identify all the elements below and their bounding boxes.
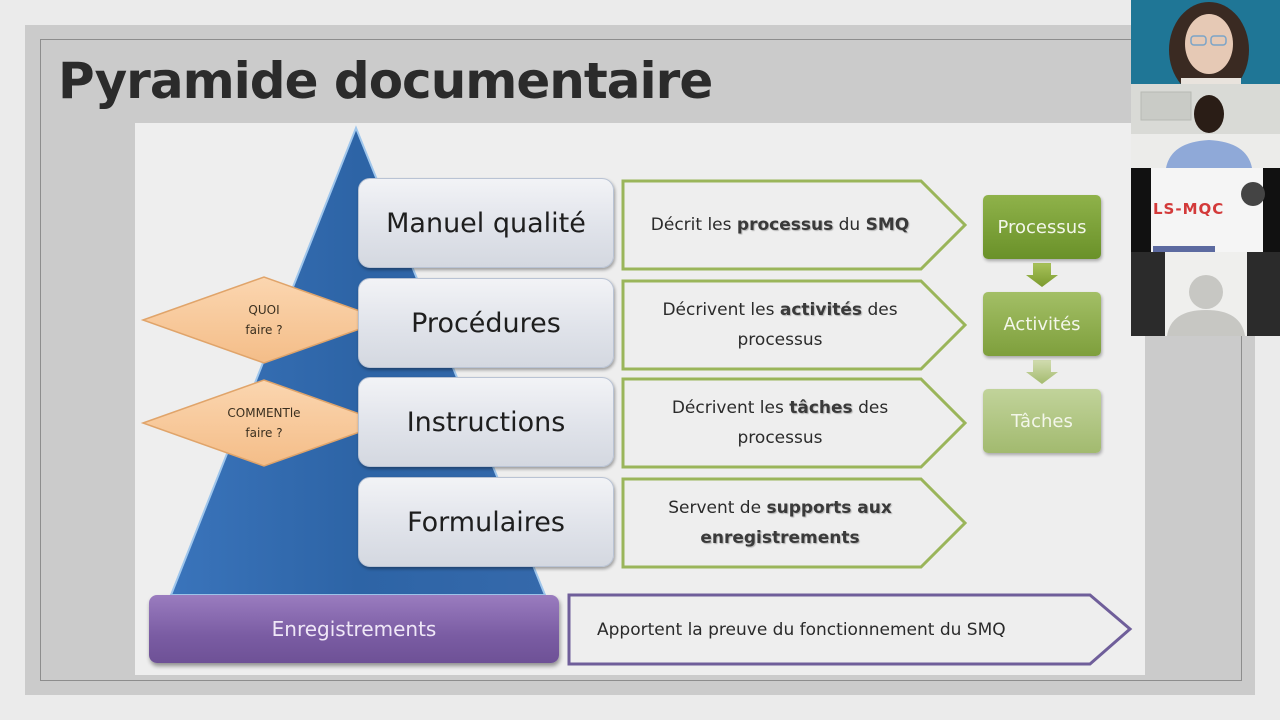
flow-arrow-down-1 — [1026, 263, 1058, 287]
flow-processus: Processus — [983, 195, 1101, 259]
level-label: Formulaires — [407, 506, 565, 538]
desc-keyword: processus — [736, 215, 834, 235]
records-desc-text: Apportent la preuve du fonctionnement du… — [597, 620, 1006, 640]
flow-arrow-down-2 — [1026, 360, 1058, 384]
desc-manuel-qualite: Décrit les processus du SMQ — [623, 181, 965, 269]
diamond-text: QUOI — [248, 303, 280, 317]
flow-label: Tâches — [1011, 410, 1073, 432]
desc-text: Décrivent les — [671, 398, 790, 418]
desc-text: Servent de — [668, 498, 767, 518]
records-box: Enregistrements — [149, 595, 559, 663]
diamond-text: faire ? — [245, 426, 283, 440]
pyramid-diagram: Manuel qualité Procédures Instructions F… — [135, 123, 1145, 675]
desc-keyword: tâches — [789, 398, 853, 418]
participant-video-2[interactable] — [1131, 84, 1280, 168]
desc-formulaires: Servent de supports aux enregistrements — [623, 479, 965, 567]
desc-text: processus — [737, 428, 823, 448]
desc-text: des — [852, 398, 889, 418]
records-desc: Apportent la preuve du fonctionnement du… — [569, 595, 1089, 665]
diamond-text: faire ? — [245, 323, 283, 337]
person-icon — [1169, 2, 1249, 84]
level-procedures: Procédures — [358, 278, 614, 368]
flow-label: Activités — [1003, 313, 1081, 335]
desc-text: du — [833, 215, 866, 235]
level-label: Manuel qualité — [386, 207, 586, 239]
level-label: Procédures — [411, 307, 561, 339]
records-label: Enregistrements — [271, 617, 437, 641]
desc-text: processus — [737, 330, 823, 350]
desc-text: des — [862, 300, 898, 320]
desc-text: Décrivent les — [662, 300, 780, 320]
desc-instructions: Décrivent les tâches des processus — [623, 379, 965, 467]
diamond-text: COMMENTle — [227, 406, 301, 420]
desc-keyword: activités — [779, 300, 863, 320]
diamond-comment-label: COMMENTle faire ? — [204, 403, 324, 443]
person-icon — [1131, 91, 1280, 168]
avatar-icon — [1167, 275, 1245, 336]
desc-keyword: SMQ — [865, 215, 910, 235]
desc-keyword: enregistrements — [700, 528, 860, 548]
participant-video-1[interactable] — [1131, 0, 1280, 84]
level-formulaires: Formulaires — [358, 477, 614, 567]
desc-procedures: Décrivent les activités des processus — [623, 281, 965, 369]
diamond-quoi-label: QUOI faire ? — [204, 300, 324, 340]
microphone-icon — [1241, 182, 1265, 206]
company-logo: LS-MQC — [1153, 200, 1225, 218]
level-instructions: Instructions — [358, 377, 614, 467]
level-label: Instructions — [406, 406, 566, 438]
participant-video-3[interactable]: LS-MQC — [1131, 168, 1280, 252]
flow-activites: Activités — [983, 292, 1101, 356]
participant-video-4[interactable] — [1131, 252, 1280, 336]
flow-label: Processus — [997, 216, 1087, 238]
desc-text: Décrit les — [650, 215, 737, 235]
desc-keyword: supports aux — [766, 498, 892, 518]
slide-title: Pyramide documentaire — [58, 52, 713, 110]
flow-taches: Tâches — [983, 389, 1101, 453]
level-manuel-qualite: Manuel qualité — [358, 178, 614, 268]
